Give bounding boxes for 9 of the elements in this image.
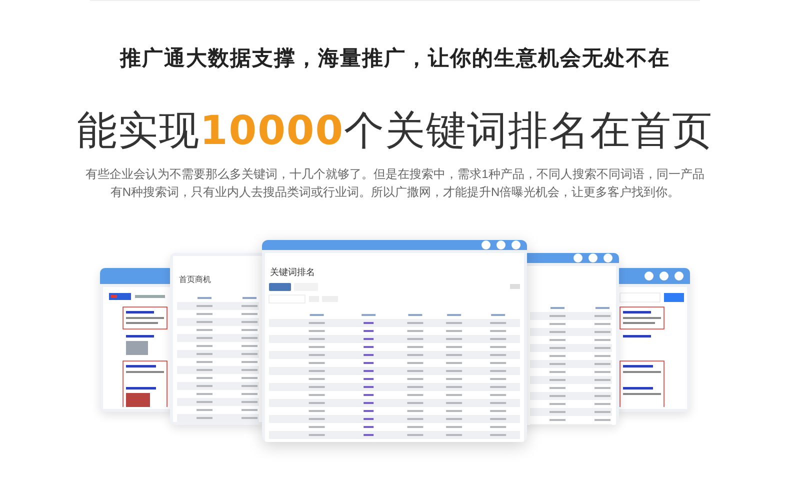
panel-title: 关键词排名: [270, 267, 315, 277]
description-text: 有N种搜索词，只有业内人去搜品类词或行业词。所以广撒网，才能提升N倍曝光机会，让更多客户找到你。: [110, 184, 680, 200]
description-text: 有些企业会认为不需要那么多关键词，十几个就够了。但是在搜索中，需求1种产品，不同人搜索不同词语，同一产品: [86, 166, 704, 182]
panel-title: 首页商机: [179, 275, 211, 284]
window-controls-icon: [481, 240, 521, 250]
window-controls-icon: [644, 271, 684, 281]
main-heading: 能实现10000个关键词排名在首页: [76, 106, 714, 154]
window-controls-icon: [573, 253, 613, 263]
headline: 推广通大数据支撑，海量推广，让你的生意机会无处不在: [120, 45, 670, 72]
